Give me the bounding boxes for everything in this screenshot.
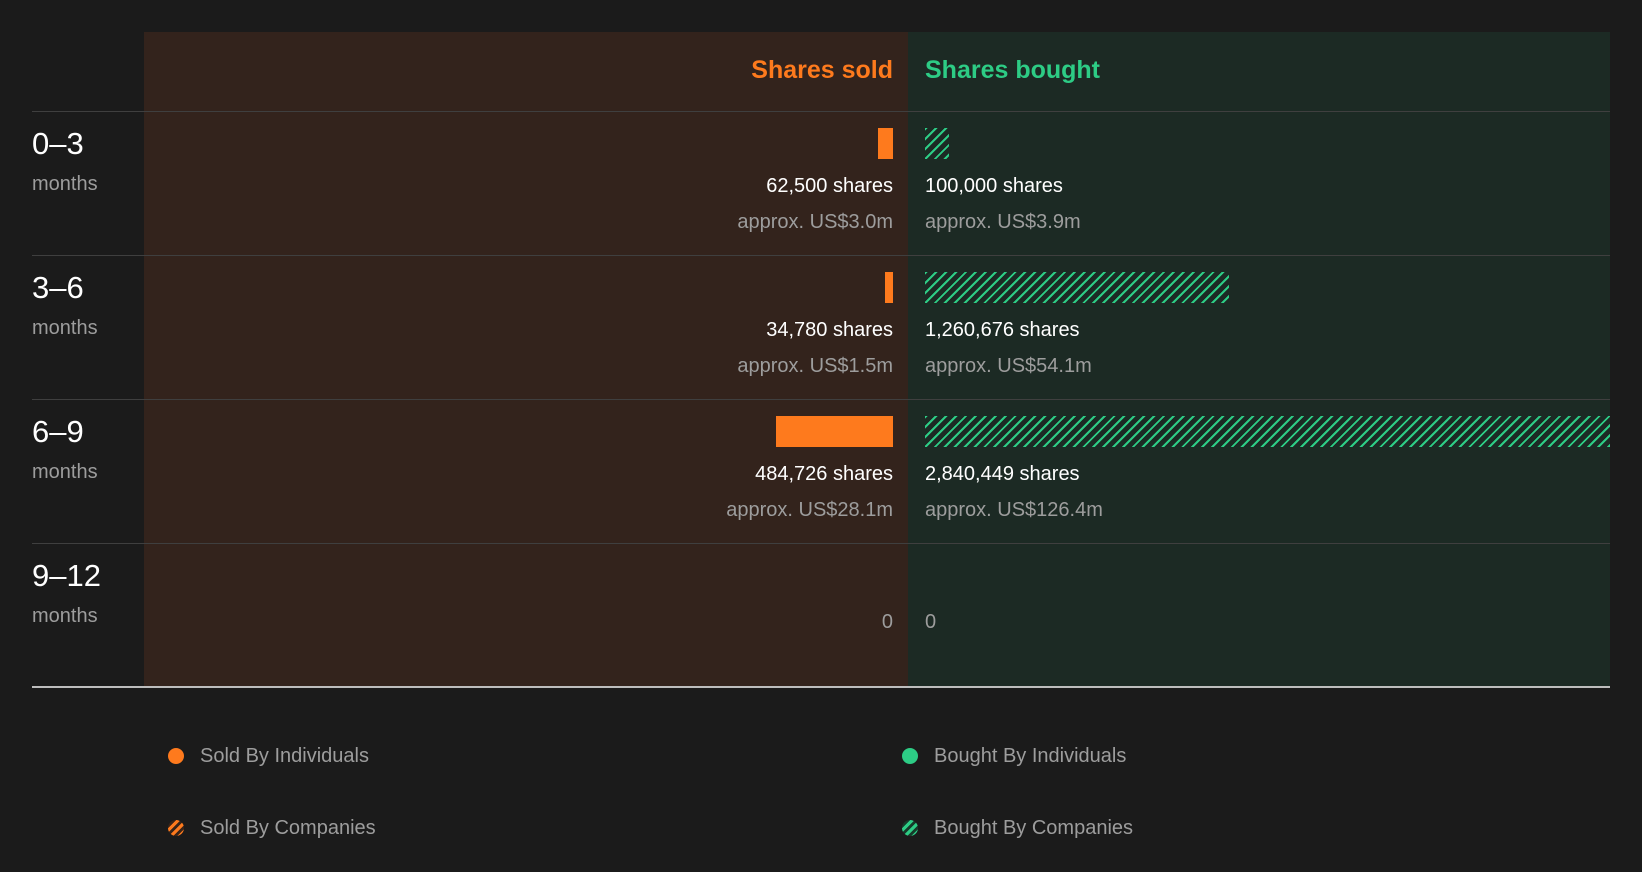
- legend-label: Bought By Individuals: [934, 744, 1127, 767]
- legend-label: Bought By Companies: [934, 816, 1134, 839]
- sold-approx-value: approx. US$28.1m: [726, 499, 893, 521]
- bought-approx-value: approx. US$54.1m: [925, 355, 1092, 377]
- sold-approx-value: approx. US$1.5m: [737, 355, 893, 377]
- shares-bought-header: Shares bought: [925, 56, 1101, 84]
- legend-item-sold-individuals: Sold By Individuals: [168, 742, 369, 770]
- period-row: 9–12 months 0 0: [0, 544, 1642, 688]
- bought-bar: [925, 272, 1230, 303]
- legend-item-bought-companies: Bought By Companies: [902, 814, 1133, 842]
- sold-shares-value: 34,780 shares: [766, 319, 893, 341]
- period-row: 0–3 months 62,500 shares approx. US$3.0m…: [0, 112, 1642, 256]
- period-unit-label: months: [32, 173, 98, 195]
- green-dot-icon: [902, 748, 918, 764]
- legend-item-sold-companies: Sold By Companies: [168, 814, 376, 842]
- period-range-label: 6–9: [32, 414, 84, 449]
- sold-bar: [877, 128, 893, 159]
- bought-bar: [925, 128, 950, 159]
- orange-dot-icon: [168, 748, 184, 764]
- bought-shares-value: 1,260,676 shares: [925, 319, 1080, 341]
- bought-bar: [925, 416, 1610, 447]
- orange-hatched-dot-icon: [168, 820, 184, 836]
- bought-approx-value: approx. US$126.4m: [925, 499, 1103, 521]
- green-hatched-dot-icon: [902, 820, 918, 836]
- period-range-label: 0–3: [32, 126, 84, 161]
- shares-sold-header: Shares sold: [751, 56, 893, 84]
- period-unit-label: months: [32, 461, 98, 483]
- legend-label: Sold By Individuals: [200, 744, 369, 767]
- sold-bar: [776, 416, 893, 447]
- sold-shares-value: 484,726 shares: [755, 463, 893, 485]
- baseline-axis: [32, 686, 1610, 688]
- bought-shares-value: 2,840,449 shares: [925, 463, 1080, 485]
- period-range-label: 9–12: [32, 558, 101, 593]
- legend-item-bought-individuals: Bought By Individuals: [902, 742, 1126, 770]
- period-unit-label: months: [32, 605, 98, 627]
- bought-shares-value: 100,000 shares: [925, 175, 1063, 197]
- sold-bar: [884, 272, 893, 303]
- period-row: 6–9 months 484,726 shares approx. US$28.…: [0, 400, 1642, 544]
- bought-zero-value: 0: [925, 611, 937, 633]
- legend-label: Sold By Companies: [200, 816, 376, 839]
- sold-zero-value: 0: [881, 611, 893, 633]
- insider-trading-chart: Shares sold Shares bought 0–3 months 62,…: [0, 0, 1642, 872]
- period-range-label: 3–6: [32, 270, 84, 305]
- sold-approx-value: approx. US$3.0m: [737, 211, 893, 233]
- sold-shares-value: 62,500 shares: [766, 175, 893, 197]
- period-row: 3–6 months 34,780 shares approx. US$1.5m…: [0, 256, 1642, 400]
- period-unit-label: months: [32, 317, 98, 339]
- bought-approx-value: approx. US$3.9m: [925, 211, 1081, 233]
